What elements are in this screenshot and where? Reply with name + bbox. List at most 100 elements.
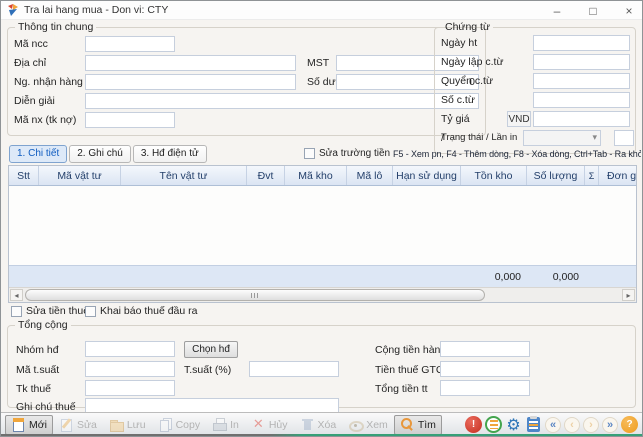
nhom-hd-label: Nhóm hđ bbox=[16, 344, 59, 356]
totals-legend: Tổng cộng bbox=[15, 319, 71, 331]
save-button[interactable]: Lưu bbox=[103, 415, 152, 435]
column-header-so-luong[interactable]: Số lượng bbox=[527, 166, 585, 185]
chevron-down-icon: ▾ bbox=[592, 132, 597, 143]
save-folder-icon bbox=[109, 417, 124, 432]
dien-giai-label: Diễn giải bbox=[14, 95, 85, 107]
edit-pencil-icon bbox=[59, 417, 74, 432]
column-header-ma-lo[interactable]: Mã lô bbox=[347, 166, 393, 185]
close-button[interactable]: × bbox=[622, 5, 636, 17]
new-document-icon bbox=[11, 417, 26, 432]
bottom-toolbar: Mới Sửa Lưu Copy In ✕Hủy Xóa Xem Tìm ! ⚙… bbox=[1, 412, 642, 436]
tong-tien-tt-label: Tổng tiền tt bbox=[375, 383, 428, 395]
column-header-ton-kho[interactable]: Tồn kho bbox=[461, 166, 527, 185]
edit-button[interactable]: Sửa bbox=[53, 415, 103, 435]
column-header-ma-vat-tu[interactable]: Mã vật tư bbox=[39, 166, 121, 185]
tab-ghi-chu[interactable]: 2. Ghi chú bbox=[69, 145, 131, 163]
tsuat-input[interactable] bbox=[249, 361, 339, 377]
tk-thue-label: Tk thuế bbox=[16, 383, 51, 395]
new-button[interactable]: Mới bbox=[5, 415, 53, 435]
cancel-x-icon: ✕ bbox=[251, 417, 266, 432]
view-button[interactable]: Xem bbox=[342, 415, 394, 435]
gear-icon[interactable]: ⚙ bbox=[505, 416, 522, 433]
delete-button[interactable]: Xóa bbox=[294, 415, 343, 435]
currency-box: VND bbox=[507, 111, 531, 127]
ma-ncc-label: Mã ncc bbox=[14, 38, 85, 50]
ma-ncc-input[interactable] bbox=[85, 36, 175, 52]
printer-icon bbox=[212, 417, 227, 432]
document-group: Chứng từ Ngày ht Ngày lập c.từ Quyển c.t… bbox=[434, 21, 636, 154]
scroll-left-icon[interactable]: ◂ bbox=[10, 289, 23, 301]
cong-tien-hang-input[interactable] bbox=[440, 341, 530, 357]
column-header-ma-kho[interactable]: Mã kho bbox=[285, 166, 347, 185]
ng-nhan-hang-input[interactable] bbox=[85, 74, 296, 90]
ty-gia-input[interactable] bbox=[533, 111, 630, 127]
eye-icon bbox=[348, 417, 363, 432]
grid-body-empty[interactable] bbox=[9, 186, 636, 265]
tk-thue-input[interactable] bbox=[85, 380, 175, 396]
ngay-ht-label: Ngày ht bbox=[441, 37, 477, 49]
list-icon[interactable] bbox=[485, 416, 502, 433]
dia-chi-input[interactable] bbox=[85, 55, 296, 71]
column-header-stt[interactable]: Stt bbox=[9, 166, 39, 185]
ma-nx-input[interactable] bbox=[85, 112, 175, 128]
sua-tien-thue-checkbox[interactable] bbox=[11, 306, 22, 317]
column-header-don-gia[interactable]: Đơn giá bbox=[599, 166, 636, 185]
scroll-right-icon[interactable]: ▸ bbox=[622, 289, 635, 301]
document-legend: Chứng từ bbox=[442, 21, 493, 33]
sua-tien-thue-label: Sửa tiền thuế bbox=[26, 305, 89, 317]
dia-chi-label: Địa chỉ bbox=[14, 57, 85, 69]
tab-hd-dien-tu[interactable]: 3. Hđ điện tử bbox=[133, 145, 207, 163]
general-info-legend: Thông tin chung bbox=[15, 21, 96, 33]
tab-chi-tiet[interactable]: 1. Chi tiết bbox=[9, 145, 67, 163]
maximize-button[interactable]: □ bbox=[586, 5, 600, 17]
quyen-ctu-input[interactable] bbox=[533, 73, 630, 89]
trang-thai-label: Trạng thái / Lần in bbox=[441, 132, 517, 143]
copy-icon bbox=[158, 417, 173, 432]
nhom-hd-input[interactable] bbox=[85, 341, 175, 357]
nav-next-icon[interactable]: › bbox=[583, 417, 599, 433]
so-ctu-label: Số c.từ bbox=[441, 94, 475, 106]
find-button[interactable]: Tìm bbox=[394, 415, 442, 435]
dien-giai-input[interactable] bbox=[85, 93, 479, 109]
nav-prev-icon[interactable]: ‹ bbox=[564, 417, 580, 433]
scrollbar-thumb[interactable] bbox=[25, 289, 485, 301]
ma-tsuat-input[interactable] bbox=[85, 361, 175, 377]
info-icon[interactable]: ! bbox=[465, 416, 482, 433]
trash-icon bbox=[300, 417, 315, 432]
column-header-ten-vat-tu[interactable]: Tên vật tư bbox=[121, 166, 247, 185]
cancel-button[interactable]: ✕Hủy bbox=[245, 415, 294, 435]
window-title: Tra lai hang mua - Don vi: CTY bbox=[24, 4, 168, 16]
sigma-icon[interactable]: Σ bbox=[585, 166, 599, 185]
khai-bao-thue-label: Khai báo thuế đầu ra bbox=[100, 305, 198, 317]
nav-first-icon[interactable]: « bbox=[545, 417, 561, 433]
lan-in-separator: / bbox=[441, 132, 444, 144]
print-button[interactable]: In bbox=[206, 415, 245, 435]
chon-hd-button[interactable]: Chọn hđ bbox=[184, 341, 238, 358]
ton-kho-total: 0,000 bbox=[461, 271, 527, 283]
tong-tien-tt-input[interactable] bbox=[440, 380, 530, 396]
cong-tien-hang-label: Cộng tiền hàng bbox=[375, 344, 446, 356]
sua-truong-tien-label: Sửa trường tiền bbox=[319, 148, 390, 159]
ngay-lap-input[interactable] bbox=[533, 54, 630, 70]
trang-thai-dropdown[interactable]: ▾ bbox=[523, 130, 601, 146]
copy-button[interactable]: Copy bbox=[152, 415, 207, 435]
quyen-ctu-label: Quyển c.từ bbox=[441, 75, 493, 87]
sua-truong-tien-checkbox[interactable] bbox=[304, 148, 315, 159]
horizontal-scrollbar[interactable]: ◂ ▸ bbox=[9, 287, 636, 302]
shortcut-hint: F5 - Xem pn, F4 - Thêm dòng, F8 - Xóa dò… bbox=[393, 149, 641, 159]
column-header-dvt[interactable]: Đvt bbox=[247, 166, 285, 185]
ngay-ht-input[interactable] bbox=[533, 35, 630, 51]
ty-gia-label: Tỷ giá bbox=[441, 113, 470, 125]
lan-in-input[interactable] bbox=[614, 130, 634, 146]
titlebar: Tra lai hang mua - Don vi: CTY – □ × bbox=[1, 1, 642, 20]
help-icon[interactable]: ? bbox=[621, 416, 638, 433]
clipboard-icon[interactable] bbox=[527, 417, 540, 432]
so-du-label: Số dư bbox=[307, 76, 336, 88]
nav-last-icon[interactable]: » bbox=[602, 417, 618, 433]
minimize-button[interactable]: – bbox=[550, 5, 564, 17]
tsuat-label: T.suất (%) bbox=[184, 364, 231, 376]
so-ctu-input[interactable] bbox=[533, 92, 630, 108]
khai-bao-thue-checkbox[interactable] bbox=[85, 306, 96, 317]
column-header-han-su-dung[interactable]: Hạn sử dụng bbox=[393, 166, 461, 185]
tien-thue-gtgt-input[interactable] bbox=[440, 361, 530, 377]
